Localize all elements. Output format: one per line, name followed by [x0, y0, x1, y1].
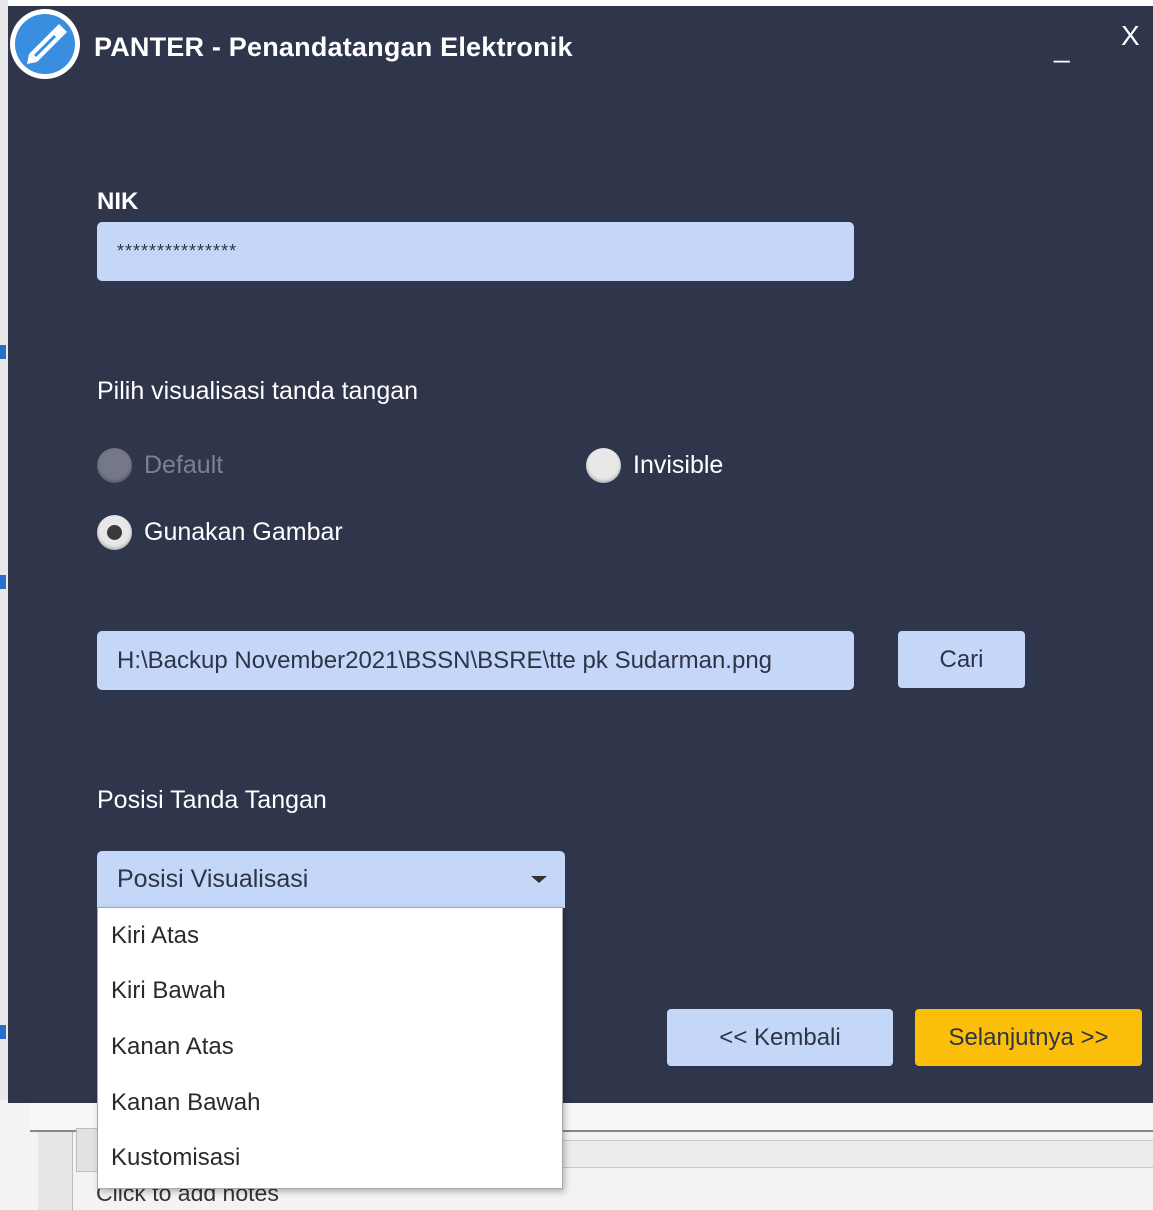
browse-button[interactable]: Cari [898, 631, 1025, 688]
background-edge-mark [0, 575, 6, 589]
chevron-down-icon [531, 876, 547, 883]
radio-use-image[interactable]: Gunakan Gambar [97, 515, 343, 550]
back-button[interactable]: << Kembali [667, 1009, 893, 1066]
next-button[interactable]: Selanjutnya >> [915, 1009, 1142, 1066]
radio-invisible[interactable]: Invisible [586, 448, 723, 483]
close-button[interactable]: X [1121, 20, 1140, 52]
radio-default-label: Default [144, 451, 224, 479]
position-select-value: Posisi Visualisasi [117, 865, 309, 893]
radio-invisible-label: Invisible [633, 451, 724, 479]
position-option-bottom-left[interactable]: Kiri Bawah [98, 964, 562, 1020]
background-edge-mark [0, 1025, 6, 1039]
position-select[interactable]: Posisi Visualisasi [97, 851, 565, 908]
radio-default[interactable]: Default [97, 448, 223, 483]
app-logo-icon [10, 9, 80, 79]
position-label: Posisi Tanda Tangan [97, 786, 327, 814]
nik-label: NIK [97, 188, 139, 215]
window-title: PANTER - Penandatangan Elektronik [94, 32, 573, 62]
background-edge [0, 0, 8, 1100]
radio-use-image-indicator [97, 515, 132, 550]
radio-invisible-indicator [586, 448, 621, 483]
position-option-top-left[interactable]: Kiri Atas [98, 908, 562, 964]
radio-default-indicator [97, 448, 132, 483]
position-option-bottom-right[interactable]: Kanan Bawah [98, 1075, 562, 1131]
background-edge-mark [0, 345, 6, 359]
position-option-custom[interactable]: Kustomisasi [98, 1130, 562, 1186]
nik-field[interactable]: *************** [97, 222, 854, 281]
radio-use-image-label: Gunakan Gambar [144, 518, 343, 546]
visualization-label: Pilih visualisasi tanda tangan [97, 377, 419, 405]
minimize-button[interactable]: _ [1054, 32, 1070, 64]
position-dropdown-list: Kiri Atas Kiri Bawah Kanan Atas Kanan Ba… [97, 907, 563, 1189]
image-path-field[interactable]: H:\Backup November2021\BSSN\BSRE\tte pk … [97, 631, 854, 690]
position-option-top-right[interactable]: Kanan Atas [98, 1019, 562, 1075]
pen-logo-icon [15, 14, 75, 74]
